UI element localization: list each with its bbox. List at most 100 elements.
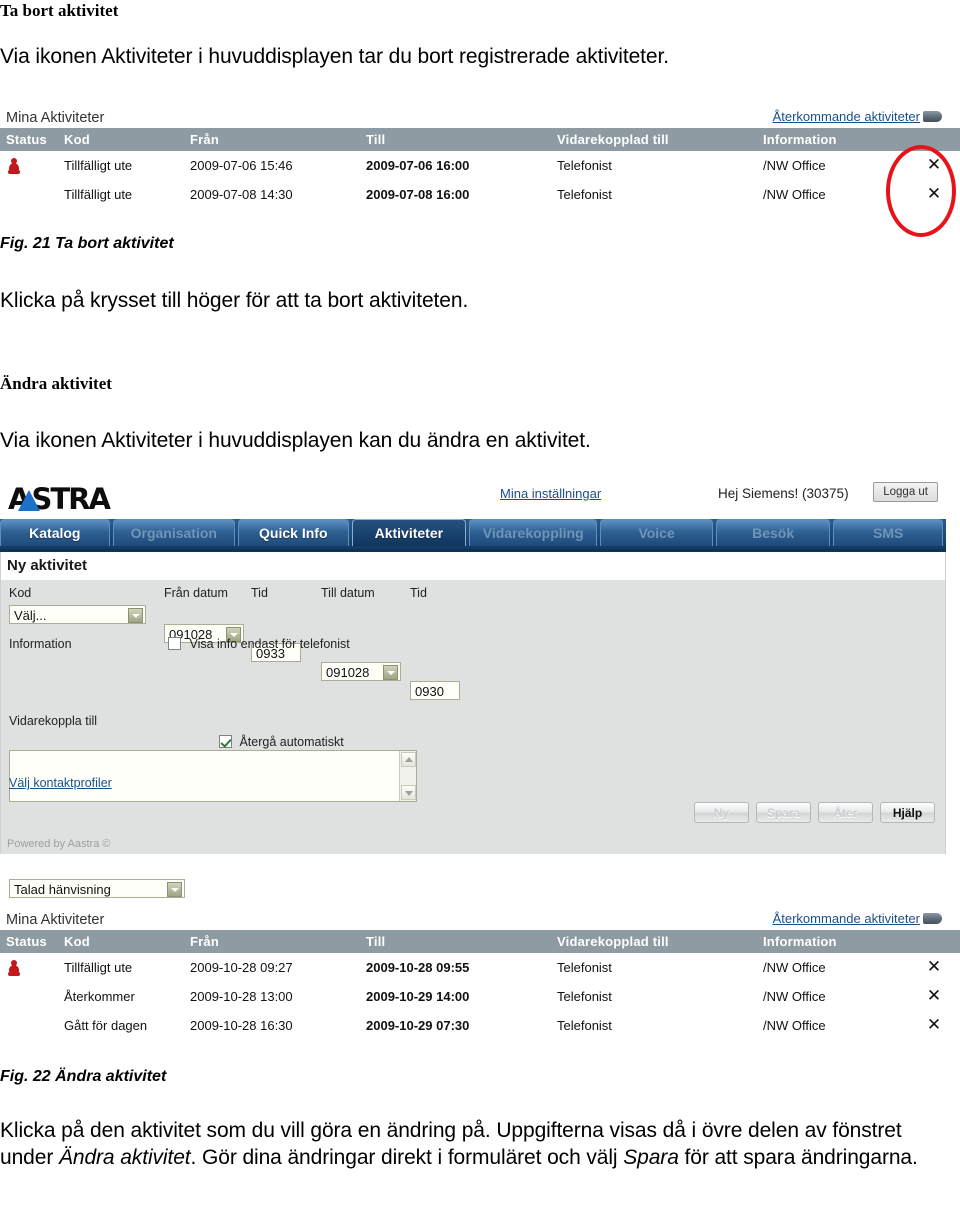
vidarekoppla-select-value: Talad hänvisning bbox=[14, 882, 111, 897]
tab-organisation[interactable]: Organisation bbox=[112, 519, 235, 546]
tab-sms[interactable]: SMS bbox=[833, 519, 944, 546]
label-kod: Kod bbox=[9, 586, 32, 600]
kod-select-value: Välj... bbox=[14, 608, 47, 623]
till-tid-input[interactable]: 0930 bbox=[410, 681, 460, 700]
chevron-down-icon[interactable] bbox=[167, 882, 182, 897]
table-header-row: Status Kod Från Till Vidarekopplad till … bbox=[0, 128, 960, 151]
cell-delete[interactable]: ✕ bbox=[898, 953, 960, 982]
col-header-till: Till bbox=[360, 128, 551, 151]
section-heading-andra: Ändra aktivitet bbox=[0, 374, 112, 393]
cell-till: 2009-10-29 07:30 bbox=[360, 1011, 551, 1040]
table-row[interactable]: Återkommer 2009-10-28 13:00 2009-10-29 14:… bbox=[0, 982, 960, 1011]
intro-paragraph-2: Via ikonen Aktiviteter i huvuddisplayen … bbox=[0, 429, 591, 452]
screenshot-aastra-app: A STRA Mina inställningar Hej Siemens! (3… bbox=[0, 474, 946, 898]
cell-kod: Tillfälligt ute bbox=[58, 151, 184, 180]
delete-activity-icon[interactable]: ✕ bbox=[927, 986, 941, 1006]
cell-delete[interactable]: ✕ bbox=[898, 180, 960, 209]
vidarekoppla-select[interactable]: Talad hänvisning bbox=[9, 879, 185, 898]
tab-katalog[interactable]: Katalog bbox=[0, 519, 110, 546]
till-tid-value: 0930 bbox=[415, 684, 444, 699]
aterga-automatiskt-label: Återgå automatiskt bbox=[239, 735, 344, 749]
recurring-activities-link-2[interactable]: Återkommande aktiviteter bbox=[773, 911, 920, 926]
cell-fran: 2009-07-08 14:30 bbox=[184, 180, 360, 209]
cell-vidarekopplad: Telefonist bbox=[551, 1011, 757, 1040]
cell-information: /NW Office bbox=[757, 1011, 898, 1040]
cell-status bbox=[0, 1011, 58, 1040]
delete-activity-icon[interactable]: ✕ bbox=[927, 184, 941, 204]
ny-button[interactable]: Ny bbox=[694, 802, 749, 823]
chevron-down-icon[interactable] bbox=[128, 608, 143, 623]
label-till-datum: Till datum bbox=[321, 586, 375, 600]
tab-besök[interactable]: Besök bbox=[715, 519, 831, 546]
para2-emphasis-1: Ändra aktivitet bbox=[58, 1145, 191, 1169]
aterga-checkbox-group[interactable]: Återgå automatiskt bbox=[219, 733, 344, 751]
hjlp-button[interactable]: Hjälp bbox=[880, 802, 935, 823]
table-row[interactable]: Tillfälligt ute 2009-07-08 14:30 2009-07-0… bbox=[0, 180, 960, 209]
cell-vidarekopplad: Telefonist bbox=[551, 953, 757, 982]
logo-text-right: STRA bbox=[31, 482, 110, 516]
chevron-down-icon[interactable] bbox=[383, 665, 398, 680]
textarea-scrollbar[interactable] bbox=[399, 751, 416, 801]
cell-fran: 2009-10-28 09:27 bbox=[184, 953, 360, 982]
cell-status bbox=[0, 953, 58, 982]
document-page: Ta bort aktivitet Via ikonen Aktiviteter… bbox=[0, 0, 960, 1205]
recurring-activities-link[interactable]: Återkommande aktiviteter bbox=[773, 109, 920, 124]
kod-select[interactable]: Välj... bbox=[9, 605, 146, 624]
cell-kod: Gått för dagen bbox=[58, 1011, 184, 1040]
col-header-information: Information bbox=[757, 930, 898, 953]
table-header-row: Status Kod Från Till Vidarekopplad till … bbox=[0, 930, 960, 953]
tab-voice[interactable]: Voice bbox=[600, 519, 713, 546]
form-section-title: Ny aktivitet bbox=[1, 552, 945, 580]
telefonist-checkbox[interactable] bbox=[168, 637, 181, 650]
cell-till: 2009-10-28 09:55 bbox=[360, 953, 551, 982]
app-bottom-spacer bbox=[0, 854, 946, 863]
cell-status bbox=[0, 982, 58, 1011]
telefonist-checkbox-group[interactable]: Visa info endast för telefonist bbox=[168, 635, 350, 653]
table-row[interactable]: Gått för dagen 2009-10-28 16:30 2009-10-29… bbox=[0, 1011, 960, 1040]
col-header-till: Till bbox=[360, 930, 551, 953]
section-heading-ta-bort: Ta bort aktivitet bbox=[0, 1, 119, 20]
tab-vidarekoppling[interactable]: Vidarekoppling bbox=[469, 519, 598, 546]
aastra-logo: A STRA bbox=[8, 482, 111, 516]
aterga-automatiskt-checkbox[interactable] bbox=[219, 735, 232, 748]
intro-paragraph-1: Via ikonen Aktiviteter i huvuddisplayen … bbox=[0, 45, 669, 68]
cell-vidarekopplad: Telefonist bbox=[551, 982, 757, 1011]
cell-fran: 2009-10-28 13:00 bbox=[184, 982, 360, 1011]
cell-information: /NW Office bbox=[757, 982, 898, 1011]
delete-activity-icon[interactable]: ✕ bbox=[927, 957, 941, 977]
cell-vidarekopplad: Telefonist bbox=[551, 151, 757, 180]
delete-activity-icon[interactable]: ✕ bbox=[927, 1015, 941, 1035]
col-header-information: Information bbox=[757, 128, 898, 151]
logo-triangle-icon bbox=[18, 490, 41, 511]
para2-part-c: för att spara ändringarna. bbox=[678, 1145, 918, 1169]
col-header-vidarekopplad: Vidarekopplad till bbox=[551, 930, 757, 953]
cell-delete[interactable]: ✕ bbox=[898, 1011, 960, 1040]
cell-information: /NW Office bbox=[757, 151, 898, 180]
cell-kod: Tillfälligt ute bbox=[58, 953, 184, 982]
my-settings-link[interactable]: Mina inställningar bbox=[500, 486, 601, 501]
tab-quick-info[interactable]: Quick Info bbox=[237, 519, 349, 546]
cell-information: /NW Office bbox=[757, 180, 898, 209]
cell-till: 2009-07-08 16:00 bbox=[360, 180, 551, 209]
figure-caption-21: Fig. 21 Ta bort aktivitet bbox=[0, 235, 174, 252]
cell-delete[interactable]: ✕ bbox=[898, 982, 960, 1011]
till-datum-value: 091028 bbox=[326, 665, 370, 680]
kontaktprofiler-link[interactable]: Välj kontaktprofiler bbox=[9, 776, 112, 790]
tab-aktiviteter[interactable]: Aktiviteter bbox=[351, 519, 467, 546]
table-row[interactable]: Tillfälligt ute 2009-10-28 09:27 2009-10-2… bbox=[0, 953, 960, 982]
scroll-up-icon[interactable] bbox=[401, 752, 416, 767]
label-fran-tid: Tid bbox=[251, 586, 268, 600]
åter-button[interactable]: Åter bbox=[818, 802, 873, 823]
logout-button[interactable]: Logga ut bbox=[873, 482, 938, 502]
scroll-down-icon[interactable] bbox=[401, 785, 416, 800]
delete-activity-icon[interactable]: ✕ bbox=[927, 155, 941, 175]
recurring-activities-icon bbox=[923, 111, 942, 122]
status-busy-icon bbox=[8, 959, 20, 976]
spara-button[interactable]: Spara bbox=[756, 802, 811, 823]
table-row[interactable]: Tillfälligt ute 2009-07-06 15:46 2009-07-0… bbox=[0, 151, 960, 180]
till-datum-select[interactable]: 091028 bbox=[321, 662, 401, 681]
cell-delete[interactable]: ✕ bbox=[898, 151, 960, 180]
col-header-vidarekopplad: Vidarekopplad till bbox=[551, 128, 757, 151]
app-header: A STRA Mina inställningar Hej Siemens! (3… bbox=[0, 474, 946, 519]
cell-kod: Återkommer bbox=[58, 982, 184, 1011]
